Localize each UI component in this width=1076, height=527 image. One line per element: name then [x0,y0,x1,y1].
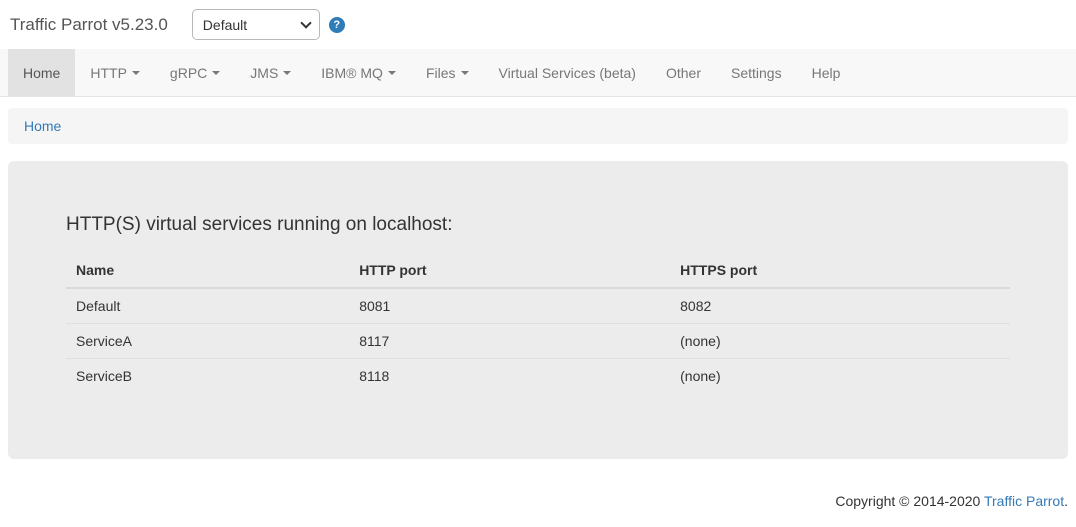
breadcrumb: Home [8,108,1068,144]
caret-down-icon [212,71,220,75]
cell-http-port: 8117 [349,324,670,359]
nav-item-label: gRPC [170,65,207,81]
nav-item-grpc[interactable]: gRPC [155,49,235,96]
table-row: Default 8081 8082 [66,288,1010,324]
cell-service-name: ServiceA [66,324,349,359]
cell-service-name: ServiceB [66,359,349,394]
nav-item-virtual-services-beta[interactable]: Virtual Services (beta) [484,49,651,96]
nav-item-other[interactable]: Other [651,49,716,96]
column-header-name: Name [66,253,349,288]
services-panel: HTTP(S) virtual services running on loca… [8,161,1068,459]
help-icon[interactable]: ? [329,17,345,33]
table-row: ServiceB 8118 (none) [66,359,1010,394]
nav-item-http[interactable]: HTTP [75,49,155,96]
nav-item-label: Settings [731,65,782,81]
nav-item-label: HTTP [90,65,127,81]
cell-https-port: (none) [670,359,1010,394]
cell-service-name: Default [66,288,349,324]
nav-item-label: Home [23,65,60,81]
caret-down-icon [461,71,469,75]
nav-item-label: Help [812,65,841,81]
cell-http-port: 8081 [349,288,670,324]
nav-item-home[interactable]: Home [8,49,75,96]
copyright-text: Copyright © 2014-2020 [835,493,984,509]
nav-item-ibm-mq[interactable]: IBM® MQ [306,49,411,96]
cell-https-port: 8082 [670,288,1010,324]
column-header-https-port: HTTPS port [670,253,1010,288]
top-header: Traffic Parrot v5.23.0 Default ? [0,0,1076,49]
page-title: HTTP(S) virtual services running on loca… [66,214,1010,236]
table-header-row: Name HTTP port HTTPS port [66,253,1010,288]
services-table: Name HTTP port HTTPS port Default 8081 8… [66,253,1010,393]
caret-down-icon [132,71,140,75]
instance-select[interactable]: Default [192,9,320,40]
nav-item-label: JMS [250,65,278,81]
nav-item-label: IBM® MQ [321,65,383,81]
nav-item-label: Other [666,65,701,81]
nav-item-settings[interactable]: Settings [716,49,797,96]
instance-select-wrapper: Default [192,9,320,40]
cell-http-port: 8118 [349,359,670,394]
caret-down-icon [283,71,291,75]
cell-https-port: (none) [670,324,1010,359]
nav-item-jms[interactable]: JMS [235,49,306,96]
footer: Copyright © 2014-2020 Traffic Parrot. [8,493,1068,509]
caret-down-icon [388,71,396,75]
breadcrumb-home-link[interactable]: Home [24,118,61,134]
app-title: Traffic Parrot v5.23.0 [10,15,168,35]
main-navbar: Home HTTP gRPC JMS IBM® MQ Files Virtual… [0,49,1076,97]
nav-item-help[interactable]: Help [797,49,856,96]
column-header-http-port: HTTP port [349,253,670,288]
nav-item-label: Files [426,65,456,81]
table-row: ServiceA 8117 (none) [66,324,1010,359]
copyright-suffix: . [1064,493,1068,509]
traffic-parrot-link[interactable]: Traffic Parrot [984,493,1064,509]
nav-item-files[interactable]: Files [411,49,484,96]
nav-item-label: Virtual Services (beta) [499,65,636,81]
